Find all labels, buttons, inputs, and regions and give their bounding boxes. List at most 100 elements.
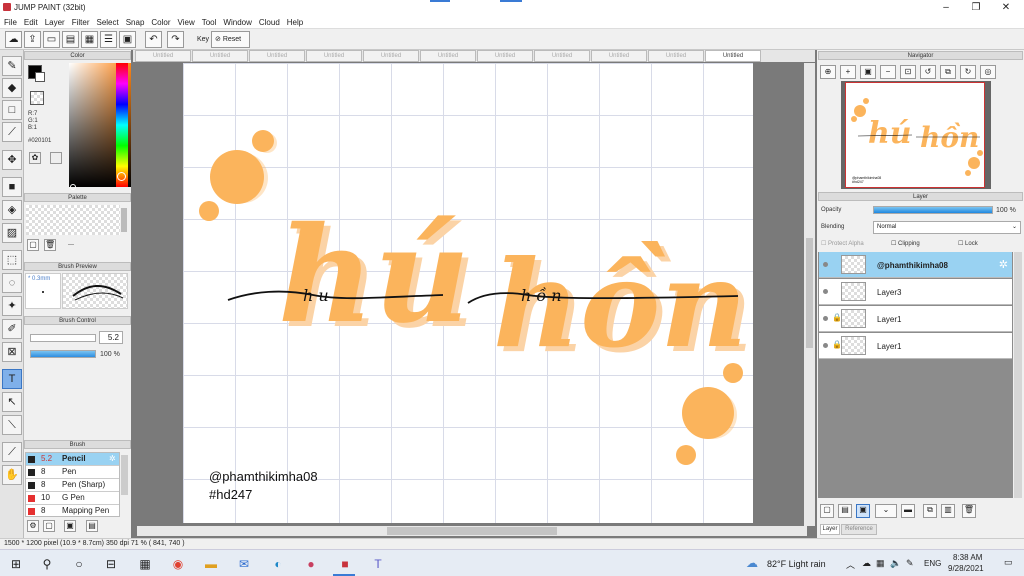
zoom-out-icon[interactable]: − xyxy=(880,65,896,79)
select-pen-icon[interactable]: ✐ xyxy=(2,319,22,339)
palette-area[interactable] xyxy=(26,205,120,235)
copy-layer-icon[interactable]: ⧉ xyxy=(923,504,937,518)
navigator-thumbnail[interactable]: hú hồn @phamthikimha08 #hd247 xyxy=(845,82,985,188)
menu-filter[interactable]: Filter xyxy=(68,16,93,27)
eye-icon[interactable] xyxy=(823,262,828,267)
zoom-in-icon[interactable]: + xyxy=(840,65,856,79)
brush-delete-icon[interactable]: ▤ xyxy=(86,520,98,532)
clock-time[interactable]: 8:38 AM xyxy=(953,553,982,562)
tray-chevron-icon[interactable]: ︿ xyxy=(846,558,855,571)
palette-scrollbar[interactable] xyxy=(121,208,127,232)
layer-row-layer1-a[interactable]: 🔒 Layer1 xyxy=(819,306,1012,332)
brush-opacity-slider[interactable] xyxy=(30,350,96,358)
gear-icon[interactable]: ✲ xyxy=(109,453,116,465)
operation-tool-icon[interactable]: ↖ xyxy=(2,392,22,412)
color-wheel-icon[interactable]: ✿ xyxy=(29,152,41,164)
teams-icon[interactable]: T xyxy=(368,554,388,574)
task-view-icon[interactable]: ○ xyxy=(69,554,89,574)
drawing-canvas[interactable]: hú hú hồn hồn h u h ồ n @phamthikimha08 … xyxy=(183,63,753,523)
color-history-icon[interactable] xyxy=(50,152,62,164)
canvas-horizontal-scrollbar[interactable] xyxy=(137,526,807,536)
layer-row-layer1-b[interactable]: 🔒 Layer1 xyxy=(819,333,1012,359)
layer-row-layer3[interactable]: Layer3 xyxy=(819,279,1012,305)
zoom-reset-icon[interactable]: ▣ xyxy=(860,65,876,79)
delete-palette-icon[interactable]: 🗑 xyxy=(44,239,56,251)
pen-tool-icon[interactable]: ✎ xyxy=(2,56,22,76)
minimize-icon[interactable]: – xyxy=(938,1,954,15)
delete-layer-icon[interactable]: 🗑 xyxy=(962,504,976,518)
export-icon[interactable]: ⇪ xyxy=(24,31,41,48)
tab-untitled[interactable]: Untitled xyxy=(249,50,305,62)
windows-start-icon[interactable]: ⊞ xyxy=(6,554,26,574)
rotate-left-icon[interactable]: ↺ xyxy=(920,65,936,79)
new-layer-icon[interactable]: ▢ xyxy=(820,504,834,518)
tab-reference[interactable]: Reference xyxy=(841,524,877,535)
layer-scrollbar[interactable] xyxy=(1014,252,1022,498)
page-icon[interactable]: ▦ xyxy=(81,31,98,48)
text-tool-icon[interactable]: T xyxy=(2,369,22,389)
tab-untitled[interactable]: Untitled xyxy=(135,50,191,62)
onedrive-icon[interactable]: ☁ xyxy=(862,558,871,569)
folder-icon[interactable]: ▬ xyxy=(901,504,915,518)
volume-icon[interactable]: 🔈 xyxy=(890,558,901,569)
tab-untitled[interactable]: Untitled xyxy=(363,50,419,62)
brush-list-scrollbar[interactable] xyxy=(121,455,128,495)
comment-icon[interactable]: ▭ xyxy=(43,31,60,48)
hue-handle[interactable] xyxy=(117,172,126,181)
layer-opacity-slider[interactable] xyxy=(873,206,993,214)
tab-untitled[interactable]: Untitled xyxy=(591,50,647,62)
brush-size-slider[interactable] xyxy=(30,334,96,342)
search-icon[interactable]: ⚲ xyxy=(37,554,57,574)
select-rect-icon[interactable]: ⬚ xyxy=(2,250,22,270)
blending-select[interactable]: Normal ⌄ xyxy=(873,221,1021,234)
eyedropper-icon[interactable]: ⟋ xyxy=(2,442,22,462)
brush-item-pen-sharp[interactable]: 8 Pen (Sharp) xyxy=(26,479,119,492)
merge-layer-icon[interactable]: ▥ xyxy=(941,504,955,518)
mail-icon[interactable]: ✉ xyxy=(234,554,254,574)
eye-icon[interactable] xyxy=(823,316,828,321)
brush-folder-icon[interactable]: ▢ xyxy=(43,520,55,532)
brush-item-mapping-pen[interactable]: 8 Mapping Pen xyxy=(26,505,119,516)
clipping-checkbox[interactable]: ☐ Clipping xyxy=(891,240,920,247)
tab-untitled-active[interactable]: Untitled xyxy=(705,50,761,62)
line-tool-icon[interactable]: ⟋ xyxy=(2,122,22,142)
brush-item-pen[interactable]: 8 Pen xyxy=(26,466,119,479)
menu-color[interactable]: Color xyxy=(147,16,173,27)
clock-date[interactable]: 9/28/2021 xyxy=(948,564,984,573)
magic-wand-icon[interactable]: ✦ xyxy=(2,296,22,316)
zoom-fit-icon[interactable]: ⊕ xyxy=(820,65,836,79)
tab-layer[interactable]: Layer xyxy=(820,524,840,535)
jump-paint-icon[interactable]: ■ xyxy=(335,554,355,574)
store-icon[interactable]: ▦ xyxy=(135,554,155,574)
new-text-layer-icon[interactable]: ▣ xyxy=(856,504,870,518)
frame-icon[interactable]: ▤ xyxy=(62,31,79,48)
hand-tool-icon[interactable]: ✋ xyxy=(2,465,22,485)
layer-row-text[interactable]: @phamthikimha08 ✲ xyxy=(819,252,1012,278)
undo-icon[interactable]: ↶ xyxy=(145,31,162,48)
gradient-tool-icon[interactable]: ▨ xyxy=(2,223,22,243)
menu-help[interactable]: Help xyxy=(283,16,306,27)
brush-size-input[interactable]: 5.2 xyxy=(99,331,123,344)
move-tool-icon[interactable]: ✥ xyxy=(2,150,22,170)
language-indicator[interactable]: ENG xyxy=(924,559,941,568)
tab-untitled[interactable]: Untitled xyxy=(648,50,704,62)
background-color-swatch[interactable] xyxy=(35,72,45,82)
tab-untitled[interactable]: Untitled xyxy=(534,50,590,62)
pen-tray-icon[interactable]: ✎ xyxy=(906,558,914,569)
rectangle-tool-icon[interactable]: □ xyxy=(2,100,22,120)
eye-icon[interactable] xyxy=(823,343,828,348)
gear-icon[interactable]: ✲ xyxy=(999,258,1008,271)
rotate-reset-icon[interactable]: ◎ xyxy=(980,65,996,79)
hue-slider[interactable] xyxy=(116,63,128,187)
bucket-tool-icon[interactable]: ◈ xyxy=(2,200,22,220)
settings-icon[interactable]: ▣ xyxy=(119,31,136,48)
edge-icon[interactable]: ◐ xyxy=(268,554,288,574)
menu-window[interactable]: Window xyxy=(219,16,254,27)
lasso-tool-icon[interactable]: ◌ xyxy=(2,273,22,293)
brush-add-icon[interactable]: ⚙ xyxy=(27,520,39,532)
transparent-color-swatch[interactable] xyxy=(30,91,44,105)
redo-icon[interactable]: ↷ xyxy=(167,31,184,48)
tab-untitled[interactable]: Untitled xyxy=(306,50,362,62)
weather-text[interactable]: 82°F Light rain xyxy=(767,559,826,569)
file-explorer-icon[interactable]: ▬ xyxy=(201,554,221,574)
